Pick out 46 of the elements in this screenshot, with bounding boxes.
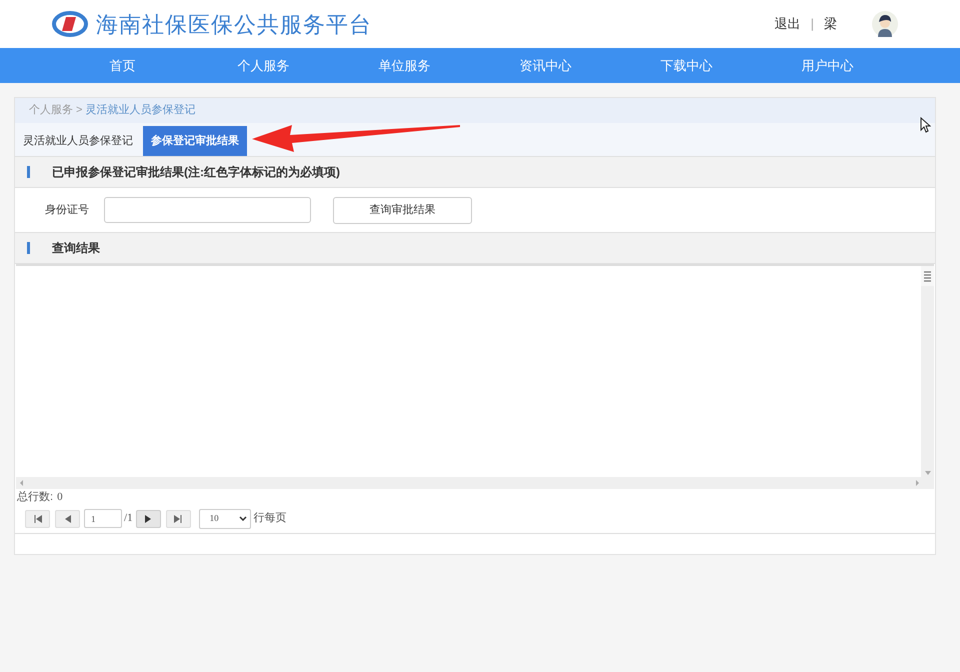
breadcrumb-link[interactable]: 个人服务 bbox=[29, 102, 73, 119]
nav-item[interactable]: 用户中心 bbox=[757, 48, 898, 83]
page-count: 1 bbox=[127, 511, 133, 526]
scroll-down-icon[interactable] bbox=[924, 471, 930, 475]
previous-icon bbox=[64, 514, 70, 522]
scroll-left-icon[interactable] bbox=[20, 480, 23, 486]
page-count-separator: / bbox=[124, 511, 128, 526]
next-icon bbox=[145, 514, 152, 522]
section-title: 查询结果 bbox=[52, 240, 100, 257]
nav-item[interactable]: 个人服务 bbox=[193, 48, 334, 83]
user-name: 梁 bbox=[824, 15, 838, 34]
query-button[interactable]: 查询审批结果 bbox=[333, 196, 472, 224]
tab[interactable]: 灵活就业人员参保登记 bbox=[19, 126, 137, 156]
logo-icon bbox=[52, 11, 88, 37]
field-label: 身份证号 bbox=[45, 202, 90, 218]
next-page-button[interactable] bbox=[136, 510, 161, 528]
previous-page-button[interactable] bbox=[55, 510, 80, 528]
first-page-icon bbox=[34, 514, 42, 522]
nav-item[interactable]: 资讯中心 bbox=[475, 48, 616, 83]
vertical-scrollbar[interactable] bbox=[921, 266, 934, 477]
separator: | bbox=[810, 15, 814, 34]
total-count: 0 bbox=[57, 490, 63, 505]
nav-item[interactable]: 首页 bbox=[52, 48, 193, 83]
nav-item[interactable]: 单位服务 bbox=[334, 48, 475, 83]
nav-item[interactable]: 下载中心 bbox=[616, 48, 757, 83]
section-marker bbox=[27, 166, 30, 178]
dropdown-icon bbox=[238, 516, 247, 521]
avatar-icon bbox=[872, 11, 898, 37]
site-title: 海南社保医保公共服务平台 bbox=[96, 10, 372, 38]
tab[interactable]: 参保登记审批结果 bbox=[143, 126, 247, 156]
page-field[interactable]: 1 bbox=[84, 509, 122, 528]
first-page-button[interactable] bbox=[25, 510, 50, 528]
page-size-label: 行每页 bbox=[254, 511, 287, 526]
logout-link[interactable]: 退出 bbox=[774, 14, 801, 34]
section-marker bbox=[27, 242, 30, 254]
scroll-right-icon[interactable] bbox=[916, 480, 919, 486]
breadcrumb-separator: > bbox=[76, 103, 82, 118]
last-page-button[interactable] bbox=[166, 510, 191, 528]
menu-icon[interactable] bbox=[921, 266, 934, 286]
horizontal-scrollbar[interactable] bbox=[16, 477, 934, 489]
id-number-field[interactable] bbox=[104, 197, 311, 223]
page-size-select[interactable]: 10 bbox=[198, 508, 251, 528]
section-title: 已申报参保登记审批结果(注:红色字体标记的为必填项) bbox=[52, 164, 340, 181]
total-label: 总行数: bbox=[17, 490, 54, 505]
last-page-icon bbox=[174, 514, 182, 522]
breadcrumb-current: 灵活就业人员参保登记 bbox=[85, 103, 196, 118]
